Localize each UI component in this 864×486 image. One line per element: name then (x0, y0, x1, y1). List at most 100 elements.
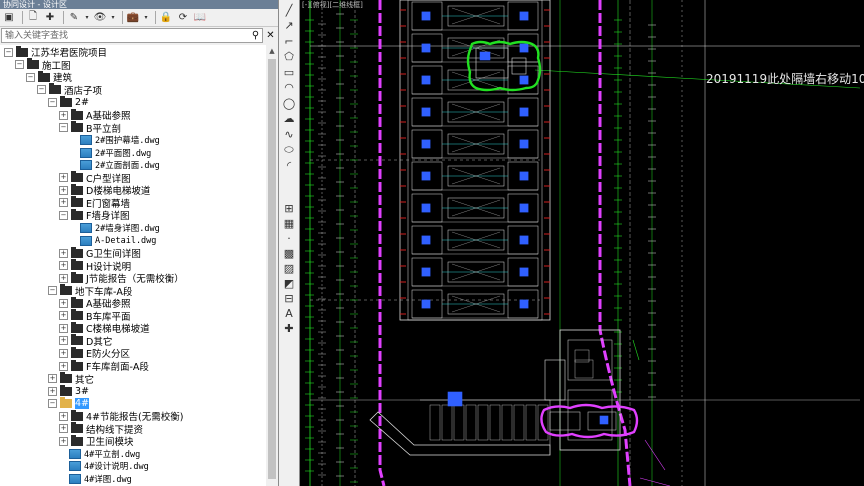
tree-folder-item[interactable]: + D其它 (59, 334, 112, 348)
tree-folder-item[interactable]: − 地下车库-A段 (48, 284, 132, 298)
gradient-icon[interactable]: ▨ (281, 260, 297, 276)
tree-folder-item[interactable]: + B车库平面 (59, 309, 131, 323)
dropdown-arrow-icon[interactable]: ▾ (84, 11, 90, 25)
collapse-icon[interactable]: − (48, 399, 57, 409)
expand-icon[interactable]: + (59, 361, 68, 371)
dropdown-arrow-icon[interactable]: ▾ (143, 11, 149, 25)
revision-cloud-icon[interactable]: ☁ (281, 111, 297, 127)
tree-folder-item[interactable]: + F车库剖面-A段 (59, 359, 149, 373)
expand-icon[interactable]: + (59, 110, 68, 120)
expand-icon[interactable]: + (59, 311, 68, 321)
rectangle-icon[interactable]: ▭ (281, 64, 297, 80)
collapse-icon[interactable]: − (59, 123, 68, 133)
scroll-up-icon[interactable]: ▲ (266, 45, 278, 57)
tree-folder-item[interactable]: − 江苏华君医院项目 (4, 45, 107, 59)
ellipse-icon[interactable]: ⬭ (281, 142, 297, 158)
hatch-icon[interactable]: ▩ (281, 245, 297, 261)
tree-file-item[interactable]: 2#墙身详图.dwg (70, 222, 160, 235)
point-icon[interactable]: · (281, 230, 297, 246)
tree-file-item[interactable]: A-Detail.dwg (70, 234, 156, 247)
tree-folder-item[interactable]: − 2# (48, 95, 89, 109)
expand-icon[interactable]: + (59, 336, 68, 346)
tree-folder-item[interactable]: + 卫生间模块 (59, 434, 134, 448)
tree-folder-item[interactable]: + G卫生间详图 (59, 246, 141, 260)
expand-icon[interactable]: + (59, 323, 68, 333)
collapse-icon[interactable]: − (37, 85, 46, 95)
tree-folder-item[interactable]: + A基础参照 (59, 108, 131, 122)
expand-icon[interactable]: + (59, 185, 68, 195)
pen-icon[interactable]: ✎ (67, 11, 81, 25)
expand-icon[interactable]: + (48, 386, 57, 396)
expand-icon[interactable]: + (59, 348, 68, 358)
expand-icon[interactable]: + (48, 374, 57, 384)
tree-folder-item[interactable]: + C楼梯电梯坡道 (59, 321, 150, 335)
tree-folder-item[interactable]: +4#节能报告(无需校衡) (59, 409, 183, 423)
clear-icon[interactable]: ✕ (264, 28, 277, 43)
make-block-icon[interactable]: ▦ (281, 215, 297, 231)
tree-folder-item[interactable]: − 4# (48, 397, 90, 410)
expand-icon[interactable]: + (59, 173, 68, 183)
refresh-icon[interactable]: ⟳ (176, 11, 190, 25)
briefcase-icon[interactable]: 💼 (126, 11, 140, 25)
collapse-icon[interactable]: − (48, 97, 57, 107)
tree-file-item[interactable]: 2#平面图.dwg (70, 146, 151, 159)
ellipse-arc-icon[interactable]: ◜ (281, 157, 297, 173)
expand-icon[interactable]: + (59, 411, 68, 421)
tree-folder-item[interactable]: − 施工图 (15, 58, 71, 72)
tree-folder-item[interactable]: + E门窗幕墙 (59, 196, 130, 210)
expand-icon[interactable]: + (59, 273, 68, 283)
expand-icon[interactable]: + (59, 436, 68, 446)
expand-icon[interactable]: + (59, 261, 68, 271)
collapse-icon[interactable]: − (26, 72, 35, 82)
lock-file-icon[interactable]: 🔒 (159, 11, 173, 25)
polyline-icon[interactable]: ⌐ (281, 33, 297, 49)
table-icon[interactable]: ⊟ (281, 290, 297, 306)
tree-folder-item[interactable]: + C户型详图 (59, 171, 131, 185)
collapse-icon[interactable]: − (4, 47, 13, 57)
tree-folder-item[interactable]: − F墙身详图 (59, 208, 129, 222)
multiline-text-icon[interactable]: A (281, 305, 297, 321)
polygon-icon[interactable]: ⬠ (281, 49, 297, 65)
eye-icon[interactable]: 👁 (93, 11, 107, 25)
tree-folder-item[interactable]: + D楼梯电梯坡道 (59, 183, 150, 197)
expand-icon[interactable]: + (59, 298, 68, 308)
tree-folder-item[interactable]: + 结构线下提资 (59, 422, 143, 436)
tree-folder-item[interactable]: + J节能报告（无需校衡） (59, 271, 184, 285)
tree-folder-item[interactable]: + 其它 (48, 372, 94, 386)
collapse-icon[interactable]: − (15, 60, 24, 70)
tree-folder-item[interactable]: − B平立剖 (59, 121, 121, 135)
book-icon[interactable]: 📖 (193, 11, 207, 25)
search-input[interactable]: 输入关键字查找 (1, 28, 263, 43)
expand-icon[interactable]: + (59, 424, 68, 434)
construction-line-icon[interactable]: ↗ (281, 18, 297, 34)
tree-file-item[interactable]: 4#平立剖.dwg (59, 448, 140, 461)
tree-folder-item[interactable]: +3# (48, 384, 89, 398)
collapse-icon[interactable]: − (59, 210, 68, 220)
dropdown-arrow-icon[interactable]: ▾ (110, 11, 116, 25)
tree-file-item[interactable]: 2#围护幕墙.dwg (70, 134, 160, 147)
spline-icon[interactable]: ∿ (281, 126, 297, 142)
circle-icon[interactable]: ◯ (281, 95, 297, 111)
tree-file-item[interactable]: 4#设计说明.dwg (59, 460, 149, 473)
tree-folder-item[interactable]: + H设计说明 (59, 259, 131, 273)
tree-folder-item[interactable]: − 酒店子项 (37, 83, 102, 97)
add-icon[interactable]: ✚ (43, 11, 57, 25)
viewport-controls[interactable]: [-][俯视][二维线框] (302, 0, 363, 10)
add-selected-icon[interactable]: ✚ (281, 320, 297, 336)
scroll-thumb[interactable] (268, 59, 276, 479)
arc-icon[interactable]: ◠ (281, 80, 297, 96)
save-icon[interactable]: ▣ (2, 11, 16, 25)
insert-block-icon[interactable]: ⊞ (281, 200, 297, 216)
tree-folder-item[interactable]: + A基础参照 (59, 296, 131, 310)
tree-folder-item[interactable]: − 建筑 (26, 70, 72, 84)
collapse-icon[interactable]: − (48, 286, 57, 296)
tree-file-item[interactable]: 4#详图.dwg (59, 473, 132, 486)
tree-folder-item[interactable]: + E防火分区 (59, 346, 130, 360)
tree-file-item[interactable]: 2#立面剖面.dwg (70, 159, 160, 172)
expand-icon[interactable]: + (59, 198, 68, 208)
tree-scrollbar[interactable]: ▲ (266, 45, 278, 486)
search-icon[interactable]: ⚲ (249, 28, 262, 43)
line-icon[interactable]: ╱ (281, 2, 297, 18)
expand-icon[interactable]: + (59, 248, 68, 258)
region-icon[interactable]: ◩ (281, 275, 297, 291)
